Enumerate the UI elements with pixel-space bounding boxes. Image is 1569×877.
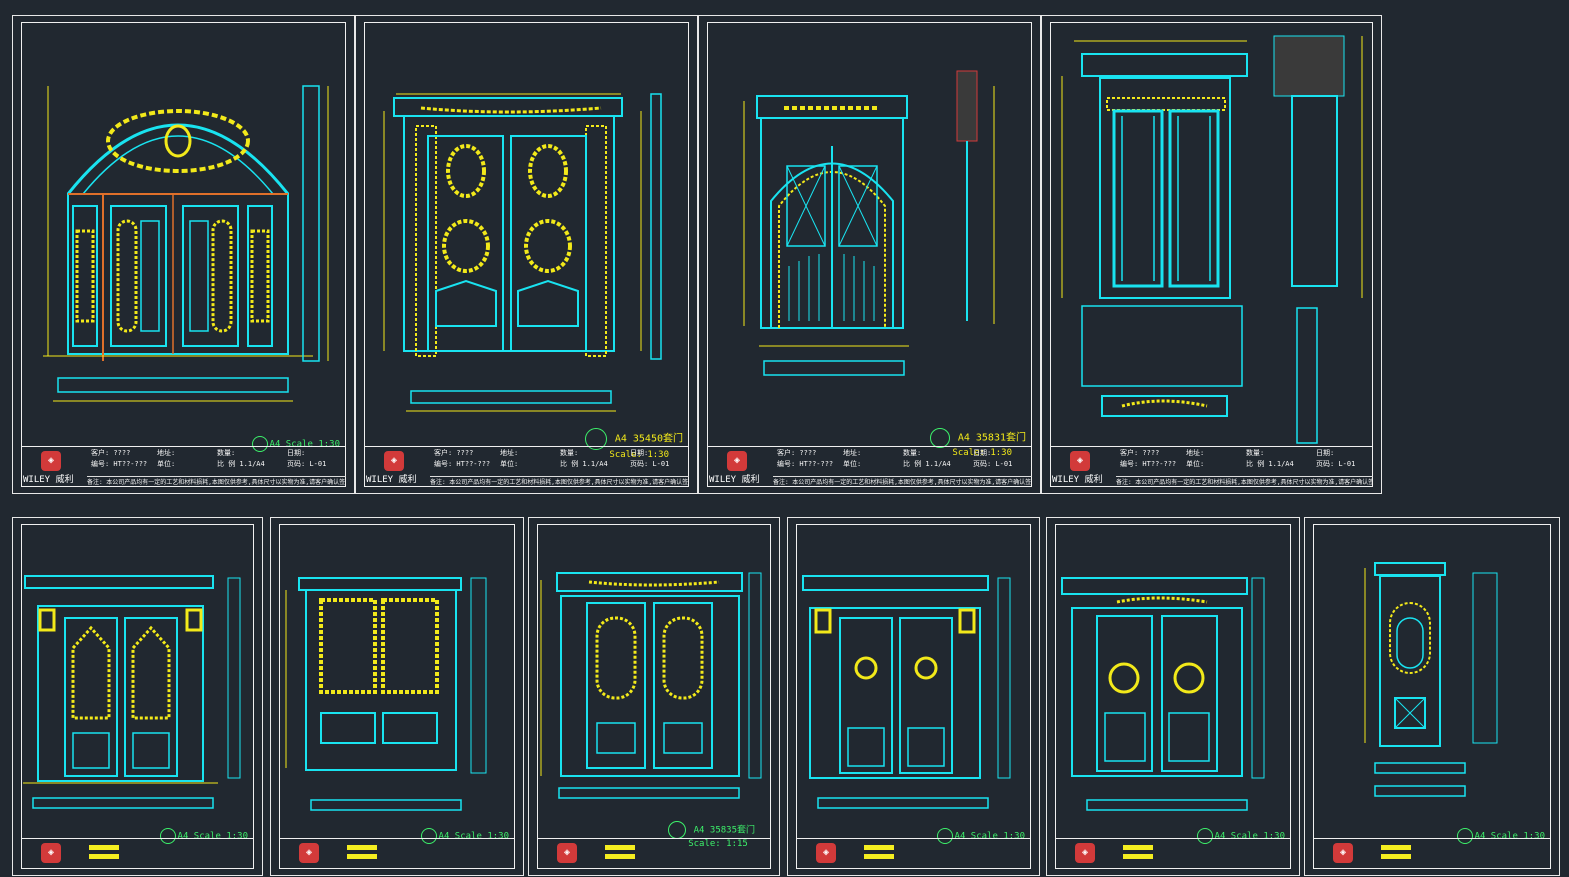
title-block: ◈ (1313, 838, 1551, 869)
yellow-field (864, 854, 894, 859)
yellow-field (605, 845, 635, 850)
title-block: ◈ WILEY 威利 客户: ???? 编号: HT??-??? 地址: 单位: … (21, 446, 346, 487)
yellow-field (1381, 845, 1411, 850)
logo-icon: ◈ (816, 843, 836, 863)
drawing-sheet-7[interactable]: A4 35835套门 Scale: 1:15 ◈ (528, 517, 780, 876)
drawing-sheet-4[interactable]: ◈ WILEY 威利 客户: ???? 编号: HT??-??? 地址: 单位: … (1041, 15, 1382, 494)
double-door-elevation (383, 93, 662, 412)
brand-logo: ◈ (1315, 841, 1375, 867)
title-note: 备注: 本公司产品均有一定的工艺和材料损耗,本图仅供参考,具体尺寸以实物为准,请… (1116, 476, 1373, 487)
title-block: ◈ (537, 838, 771, 869)
brand-logo: ◈ (1057, 841, 1117, 867)
single-door-elevation (1364, 562, 1498, 797)
yellow-field (605, 854, 635, 859)
drawing-sheet-9[interactable]: A4 Scale 1:30 ◈ (1046, 517, 1300, 876)
title-grid: 客户: ???? 编号: HT??-??? 地址: 单位: 数量: 比 例 1.… (777, 449, 1013, 468)
classic-double-door-elevation (802, 575, 1011, 809)
title-block: ◈ WILEY 威利 客户: ???? 编号: HT??-??? 地址: 单位: … (364, 446, 689, 487)
title-note: 备注: 本公司产品均有一定的工艺和材料损耗,本图仅供参考,具体尺寸以实物为准,请… (773, 476, 1032, 487)
yellow-field (1123, 845, 1153, 850)
title-block: ◈ (1055, 838, 1291, 869)
drawing-sheet-3[interactable]: A4 35831套门 Scale: 1:30 ◈ WILEY 威利 客户: ???… (698, 15, 1041, 494)
yellow-field (864, 845, 894, 850)
arched-door-elevation (43, 85, 329, 402)
title-grid: 客户: ???? 编号: HT??-??? 地址: 单位: 数量: 比 例 1.… (91, 449, 327, 468)
title-block: ◈ WILEY 威利 客户: ???? 编号: HT??-??? 地址: 单位: … (707, 446, 1032, 487)
brand-logo: ◈ WILEY 威利 (709, 449, 769, 485)
yellow-field (89, 854, 119, 859)
logo-icon: ◈ (1070, 451, 1090, 471)
brand-logo: ◈ WILEY 威利 (23, 449, 83, 485)
yellow-field (1123, 854, 1153, 859)
drawing-sheet-8[interactable]: A4 Scale 1:30 ◈ (787, 517, 1040, 876)
logo-icon: ◈ (557, 843, 577, 863)
carved-panel-door-elevation (285, 577, 487, 811)
logo-icon: ◈ (299, 843, 319, 863)
title-block: ◈ (279, 838, 515, 869)
title-grid: 客户: ???? 编号: HT??-??? 地址: 单位: 数量: 比 例 1.… (434, 449, 670, 468)
logo-icon: ◈ (1075, 843, 1095, 863)
drawing-sheet-5[interactable]: A4 Scale 1:30 ◈ (12, 517, 263, 876)
carved-double-door-elevation (23, 575, 241, 809)
yellow-field (347, 854, 377, 859)
gothic-arch-door-elevation (743, 70, 995, 376)
title-block: ◈ (796, 838, 1031, 869)
title-note: 备注: 本公司产品均有一定的工艺和材料损耗,本图仅供参考,具体尺寸以实物为准,请… (430, 476, 689, 487)
brand-logo: ◈ (539, 841, 599, 867)
drawing-sheet-1[interactable]: A4 Scale 1:30 ◈ WILEY 威利 客户: ???? 编号: HT?… (12, 15, 355, 494)
paneled-door-elevation (1061, 35, 1363, 444)
brand-logo: ◈ (798, 841, 858, 867)
drawing-sheet-2[interactable]: A4 35450套门 Scale: 1:30 ◈ WILEY 威利 客户: ???… (355, 15, 698, 494)
yellow-field (89, 845, 119, 850)
brand-logo: ◈ WILEY 威利 (366, 449, 426, 485)
logo-icon: ◈ (1333, 843, 1353, 863)
logo-icon: ◈ (727, 451, 747, 471)
drawing-sheet-6[interactable]: A4 Scale 1:30 ◈ (270, 517, 524, 876)
logo-icon: ◈ (41, 843, 61, 863)
yellow-field (1381, 854, 1411, 859)
brand-logo: ◈ (281, 841, 341, 867)
title-grid: 客户: ???? 编号: HT??-??? 地址: 单位: 数量: 比 例 1.… (1120, 449, 1356, 468)
logo-icon: ◈ (41, 451, 61, 471)
drawing-sheet-10[interactable]: A4 Scale 1:30 ◈ (1304, 517, 1560, 876)
medallion-door-elevation (1061, 577, 1265, 811)
title-block: ◈ WILEY 威利 客户: ???? 编号: HT??-??? 地址: 单位: … (1050, 446, 1373, 487)
brand-logo: ◈ WILEY 威利 (1052, 449, 1112, 485)
title-block: ◈ (21, 838, 254, 869)
brand-logo: ◈ (23, 841, 83, 867)
title-note: 备注: 本公司产品均有一定的工艺和材料损耗,本图仅供参考,具体尺寸以实物为准,请… (87, 476, 346, 487)
yellow-field (347, 845, 377, 850)
logo-icon: ◈ (384, 451, 404, 471)
